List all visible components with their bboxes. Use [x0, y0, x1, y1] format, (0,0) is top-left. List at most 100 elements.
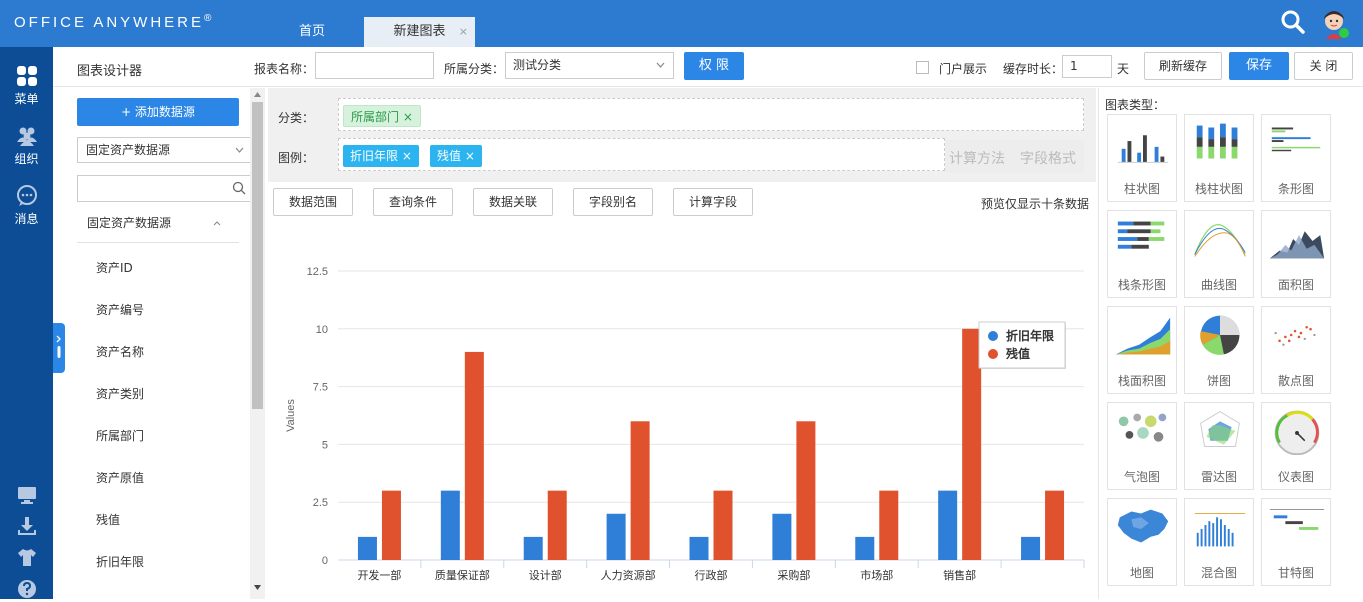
datasource-select[interactable]: 固定资产数据源	[77, 137, 251, 163]
bar	[713, 490, 733, 560]
category-select[interactable]: 测试分类	[505, 52, 674, 79]
category-select-value: 测试分类	[513, 58, 562, 72]
legend-marker	[988, 349, 998, 359]
datasource-panel: + 添加数据源 固定资产数据源 固定资产数据源 资产ID 资产编号 资产名称 资…	[53, 88, 265, 599]
gauge-chart-icon	[1274, 410, 1320, 455]
data-relation-button[interactable]: 数据关联	[473, 188, 553, 216]
field-item[interactable]: 资产编号	[96, 301, 144, 318]
field-item[interactable]: 资产名称	[96, 343, 144, 360]
bar	[606, 513, 626, 560]
tab-home[interactable]: 首页	[270, 17, 354, 47]
chart-type-card[interactable]: 气泡图	[1107, 402, 1177, 490]
tab-new-chart[interactable]: 新建图表 ×	[364, 17, 475, 47]
chart-type-card[interactable]: 仪表图	[1261, 402, 1331, 490]
field-item[interactable]: 资产ID	[96, 259, 133, 276]
legend-tag[interactable]: 残值 ×	[430, 145, 482, 167]
bar	[796, 421, 816, 560]
nav-messages[interactable]: 消息	[0, 185, 53, 227]
category-tag-label: 所属部门	[351, 110, 400, 124]
pie-chart-icon	[1200, 315, 1240, 355]
chart-type-card[interactable]: 栈条形图	[1107, 210, 1177, 298]
computed-field-button[interactable]: 计算字段	[673, 188, 753, 216]
monitor-icon[interactable]	[16, 484, 38, 506]
field-search-input[interactable]	[77, 175, 251, 202]
tag-close-icon[interactable]: ×	[403, 110, 413, 124]
y-tick-label: 7.5	[313, 382, 328, 394]
chart-type-card[interactable]: 条形图	[1261, 114, 1331, 202]
chart-type-label: 面积图	[1277, 278, 1314, 292]
field-item[interactable]: 残值	[96, 511, 120, 528]
tab-close-icon[interactable]: ×	[459, 17, 468, 47]
cache-input[interactable]: 1	[1062, 55, 1112, 78]
chart-type-card[interactable]: 雷达图	[1184, 402, 1254, 490]
bar	[630, 421, 650, 560]
scroll-up-icon[interactable]	[254, 92, 261, 97]
avatar[interactable]	[1318, 7, 1350, 39]
x-tick-label: 市场部	[860, 568, 893, 582]
tag-close-icon[interactable]: ×	[402, 149, 412, 163]
field-alias-button[interactable]: 字段别名	[573, 188, 653, 216]
scatter-chart-icon	[1274, 325, 1316, 346]
help-icon[interactable]	[16, 578, 38, 600]
app-logo: Office Anywhere®	[14, 13, 211, 31]
datasource-group-header[interactable]: 固定资产数据源	[77, 213, 239, 243]
shirt-icon[interactable]	[16, 546, 38, 568]
logo-mark: ®	[204, 13, 212, 24]
download-icon[interactable]	[16, 515, 38, 537]
report-name-input[interactable]	[315, 52, 434, 79]
chart-type-card[interactable]: 栈柱状图	[1184, 114, 1254, 202]
chevron-down-icon	[235, 147, 244, 153]
bar	[1021, 536, 1041, 560]
chart-type-card[interactable]: 面积图	[1261, 210, 1331, 298]
save-button[interactable]: 保存	[1229, 52, 1289, 80]
field-format-button[interactable]: 字段格式	[1020, 148, 1076, 168]
scroll-down-icon[interactable]	[254, 585, 261, 590]
chart-type-label: 气泡图	[1123, 470, 1160, 484]
nav-menu[interactable]: 菜单	[0, 65, 53, 107]
calc-options: 计算方法 字段格式	[945, 140, 1084, 173]
chart-type-card[interactable]: 柱状图	[1107, 114, 1177, 202]
legend-tag[interactable]: 折旧年限 ×	[343, 145, 419, 167]
nav-org[interactable]: 组织	[0, 125, 53, 167]
close-button[interactable]: 关 闭	[1294, 52, 1353, 80]
bar	[772, 513, 792, 560]
chart-type-card[interactable]: 地图	[1107, 498, 1177, 586]
search-icon[interactable]	[1280, 9, 1306, 35]
expand-arrow-icon	[56, 335, 61, 358]
chart-type-card[interactable]: 曲线图	[1184, 210, 1254, 298]
chart-type-card[interactable]: 甘特图	[1261, 498, 1331, 586]
query-conditions-button[interactable]: 查询条件	[373, 188, 453, 216]
field-item[interactable]: 资产类别	[96, 385, 144, 402]
chart-type-label: 散点图	[1277, 374, 1314, 388]
search-icon[interactable]	[232, 181, 246, 195]
chevron-down-icon	[656, 62, 665, 68]
chart-type-card[interactable]: 栈面积图	[1107, 306, 1177, 394]
y-axis-label: Values	[285, 399, 297, 432]
bar	[689, 536, 709, 560]
collapse-handle[interactable]	[53, 323, 65, 373]
tag-close-icon[interactable]: ×	[465, 149, 475, 163]
category-tag[interactable]: 所属部门 ×	[343, 105, 421, 127]
chart-type-label: 雷达图	[1200, 470, 1237, 484]
chart-type-title: 图表类型：	[1105, 98, 1166, 112]
chart-type-card[interactable]: 散点图	[1261, 306, 1331, 394]
x-tick-label: 质量保证部	[435, 568, 490, 582]
refresh-cache-button[interactable]: 刷新缓存	[1144, 52, 1222, 80]
scrollbar-thumb[interactable]	[252, 102, 263, 409]
chart-type-card[interactable]: 混合图	[1184, 498, 1254, 586]
permission-button[interactable]: 权 限	[684, 52, 744, 80]
users-icon	[16, 127, 37, 146]
datasource-scrollbar[interactable]	[250, 88, 265, 599]
calc-method-button[interactable]: 计算方法	[949, 148, 1005, 168]
chevron-up-icon	[213, 221, 221, 226]
category-drop-zone[interactable]: 所属部门 ×	[338, 98, 1084, 131]
data-range-button[interactable]: 数据范围	[273, 188, 353, 216]
tab-new-chart-label: 新建图表	[393, 24, 446, 39]
add-datasource-button[interactable]: + 添加数据源	[77, 98, 239, 126]
chart-type-card[interactable]: 饼图	[1184, 306, 1254, 394]
field-item[interactable]: 所属部门	[96, 427, 144, 444]
field-item[interactable]: 折旧年限	[96, 553, 144, 570]
portal-checkbox[interactable]	[916, 61, 929, 74]
field-item[interactable]: 资产原值	[96, 469, 144, 486]
legend-drop-zone[interactable]: 折旧年限 × 残值 ×	[338, 138, 945, 171]
